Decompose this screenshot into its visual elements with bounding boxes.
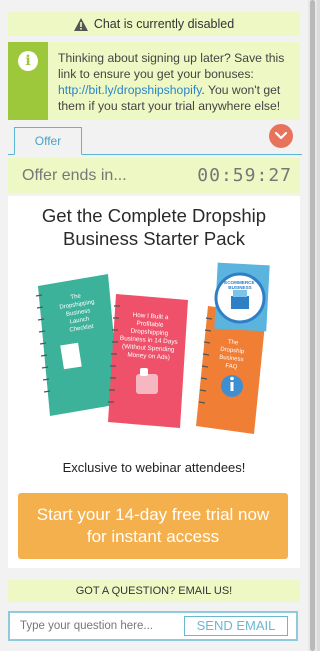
dropship-link[interactable]: http://bit.ly/dropshipshopify xyxy=(58,83,201,97)
cta-line-2: for instant access xyxy=(86,527,220,546)
warning-icon xyxy=(73,17,88,31)
question-form: SEND EMAIL xyxy=(8,611,298,641)
collapse-button[interactable] xyxy=(269,124,293,148)
chat-disabled-text: Chat is currently disabled xyxy=(93,17,235,31)
chevron-down-icon xyxy=(275,132,287,140)
exclusive-note: Exclusive to webinar attendees! xyxy=(62,460,246,475)
notice-sidebar: i xyxy=(8,42,48,120)
ebook-launch-checklist: The Dropshipping Business Launch Checkli… xyxy=(35,274,120,416)
svg-text:ECOMMERCE BUSINESS: ECOMMERCE BUSINESS xyxy=(224,280,256,290)
book4-line-2: BUSINESS xyxy=(228,285,252,290)
chat-panel: Chat is currently disabled i Thinking ab… xyxy=(0,0,308,651)
notice-text-before: Thinking about signing up later? Save th… xyxy=(58,51,285,81)
scrollbar-thumb[interactable] xyxy=(310,0,315,651)
ebook-bundle-image: The Dropshipping Business Launch Checkli… xyxy=(35,262,270,434)
signup-notice: i Thinking about signing up later? Save … xyxy=(8,42,300,120)
cta-line-1: Start your 14-day free trial now xyxy=(36,505,270,524)
chat-disabled-banner: Chat is currently disabled xyxy=(8,12,300,36)
book3-line-4: FAQ xyxy=(225,363,238,370)
headline-line-2: Business Starter Pack xyxy=(63,228,245,249)
question-header: GOT A QUESTION? EMAIL US! xyxy=(8,580,300,602)
start-trial-button[interactable]: Start your 14-day free trial now for ins… xyxy=(18,493,288,559)
tab-offer[interactable]: Offer xyxy=(14,127,82,155)
countdown-timer: 00:59:27 xyxy=(197,165,292,186)
book3-line-1: The xyxy=(228,339,240,346)
send-email-button[interactable]: SEND EMAIL xyxy=(184,616,288,636)
question-input[interactable] xyxy=(10,619,184,633)
offer-headline: Get the Complete Dropship Business Start… xyxy=(8,204,300,250)
ebook-ecommerce-business: ECOMMERCE BUSINESS xyxy=(214,262,270,332)
notice-text: Thinking about signing up later? Save th… xyxy=(48,42,300,120)
offer-countdown: Offer ends in... 00:59:27 xyxy=(8,158,300,193)
offer-card: Get the Complete Dropship Business Start… xyxy=(8,196,300,568)
ebook-profitable-dropshipping: How I Built a Profitable Dropshipping Bu… xyxy=(108,294,188,428)
info-icon: i xyxy=(18,51,38,71)
countdown-label: Offer ends in... xyxy=(22,166,127,184)
headline-line-1: Get the Complete Dropship xyxy=(41,205,267,226)
